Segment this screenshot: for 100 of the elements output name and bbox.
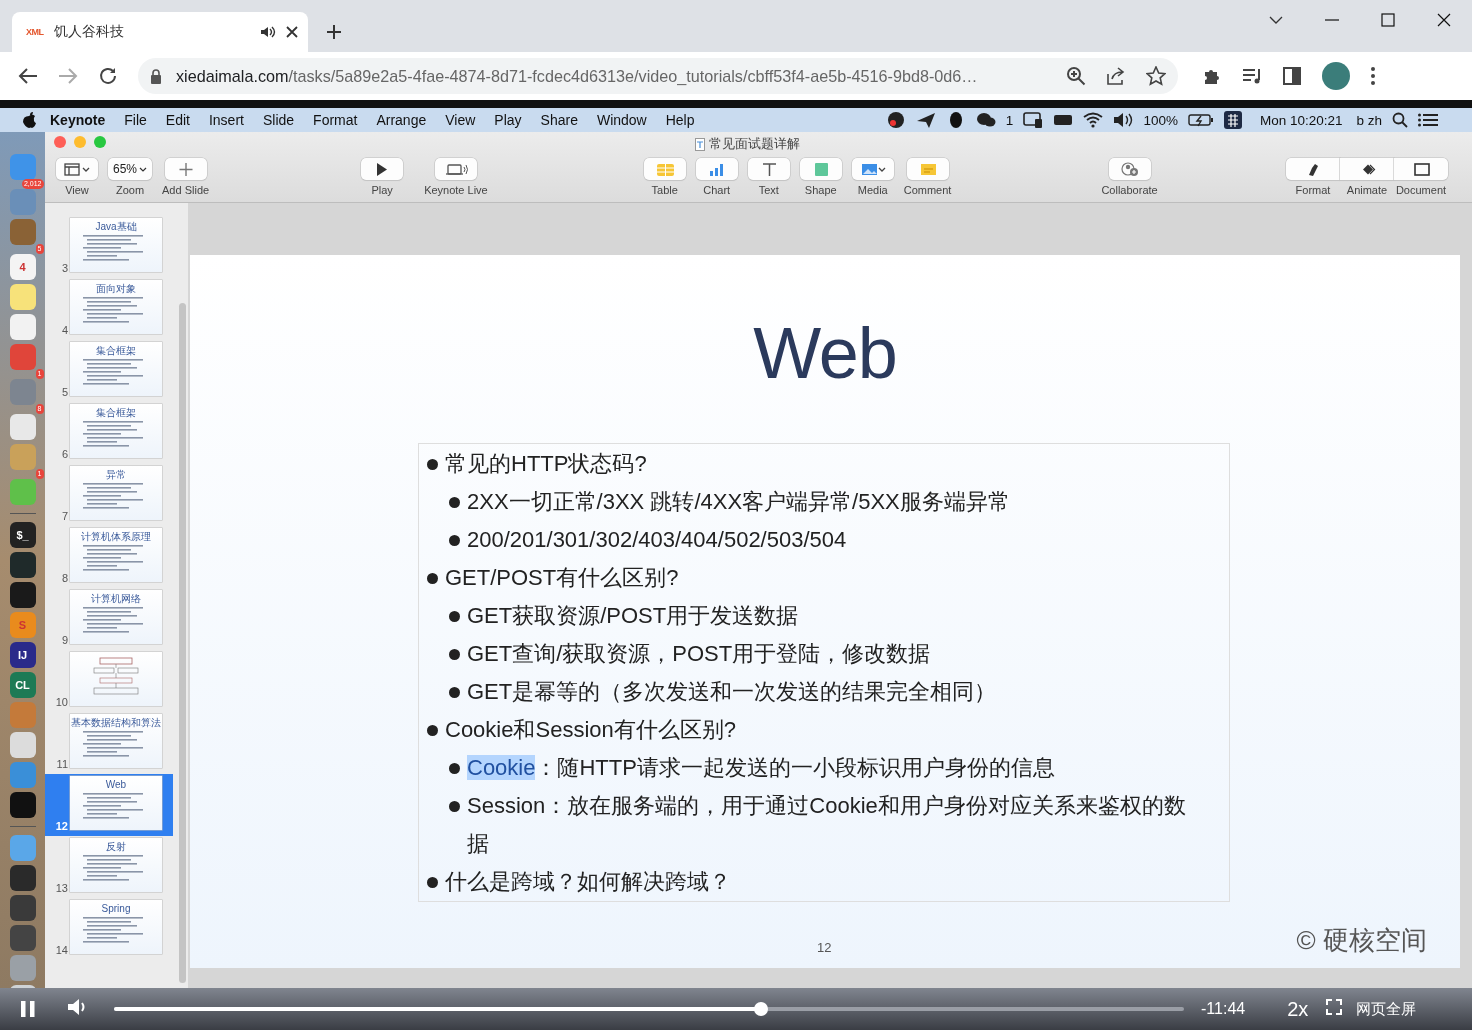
menu-item[interactable]: Arrange [376, 112, 427, 128]
caret-icon [139, 166, 148, 172]
bullet-text: GET获取资源/POST用于发送数据 [467, 602, 799, 630]
bullet-icon [449, 687, 460, 698]
document-button[interactable] [1394, 158, 1448, 180]
share-icon[interactable] [1106, 66, 1126, 86]
plus-button[interactable] [164, 158, 207, 180]
app-icon[interactable] [9, 414, 36, 440]
slide-number: 6 [60, 448, 68, 460]
collaborate-button[interactable] [1108, 158, 1151, 180]
avatar[interactable] [1322, 62, 1350, 90]
fullscreen-icon[interactable] [1326, 999, 1343, 1015]
bullet-text: 常见的HTTP状态码? [445, 450, 647, 478]
media-queue-icon[interactable] [1242, 67, 1262, 85]
chart-button[interactable] [695, 158, 738, 180]
bullet-text: GET是幂等的（多次发送和一次发送的结果完全相同） [467, 678, 997, 706]
slide-number: 12 [54, 820, 68, 832]
speaker-icon[interactable] [260, 25, 276, 39]
lock-icon [150, 68, 162, 84]
zoom-button[interactable]: 65% [108, 158, 153, 180]
reload-icon[interactable] [98, 66, 118, 86]
bullet-icon [449, 649, 460, 660]
app-icon[interactable]: IJ [9, 642, 36, 668]
side-panel-icon[interactable] [1282, 66, 1302, 86]
display-icon [1023, 111, 1044, 129]
menu-item[interactable]: Keynote [50, 112, 106, 128]
menu-icon[interactable] [1370, 66, 1376, 86]
app-icon[interactable] [9, 925, 36, 951]
app-icon[interactable] [9, 895, 36, 921]
thumbnail-title: Java基础 [95, 222, 137, 232]
url-text: xiedaimala.com/tasks/5a89e2a5-4fae-4874-8d71-fcdec4d6313e/video_tutorials/cbff53f4-ae5b-4516-9bd8-0d6… [176, 66, 979, 86]
menu-item[interactable]: Share [540, 112, 578, 128]
app-icon[interactable]: $_ [9, 522, 36, 548]
star-icon[interactable] [1146, 66, 1166, 86]
plus-icon[interactable] [326, 24, 342, 40]
menu-item[interactable]: Edit [165, 112, 190, 128]
battery-icon [1187, 113, 1214, 127]
toolbar-label: View [65, 184, 89, 196]
app-icon[interactable] [9, 732, 36, 758]
format-button[interactable] [1286, 158, 1340, 180]
app-icon[interactable] [9, 314, 36, 340]
address-bar[interactable]: xiedaimala.com/tasks/5a89e2a5-4fae-4874-8d71-fcdec4d6313e/video_tutorials/cbff53f4-ae5b-4516-9bd8-0d6… [138, 58, 1178, 94]
slider-thumb[interactable] [754, 1002, 769, 1016]
toolbar-label: Media [857, 184, 888, 196]
input-source[interactable]: b zh [1356, 112, 1382, 128]
pause-icon[interactable] [20, 1000, 36, 1018]
close-button[interactable] [54, 136, 66, 148]
speed-button[interactable]: 2x [1287, 997, 1309, 1021]
menu-item[interactable]: Help [665, 112, 695, 128]
menu-item[interactable]: Slide [262, 112, 295, 128]
bullet-icon [449, 535, 460, 546]
scrollbar[interactable] [179, 303, 186, 983]
close-icon[interactable] [1437, 13, 1451, 27]
app-icon[interactable] [9, 865, 36, 891]
toolbar-label: Keynote Live [424, 184, 488, 196]
menu-item[interactable]: Play [494, 112, 522, 128]
play-button[interactable] [361, 158, 404, 180]
bullet-icon [427, 459, 438, 470]
back-arrow-icon[interactable] [18, 67, 38, 85]
app-icon[interactable] [9, 792, 36, 818]
live-button[interactable] [434, 158, 477, 180]
thumbnail-title: Spring [101, 904, 131, 914]
menu-item[interactable]: Format [313, 112, 358, 128]
close-icon[interactable] [286, 26, 298, 38]
keynote-document-icon [695, 137, 705, 151]
slide-number: 13 [54, 882, 68, 894]
progress-track[interactable] [114, 1007, 1184, 1011]
app-icon[interactable] [9, 582, 36, 608]
search-icon[interactable] [1392, 112, 1408, 128]
media-button[interactable] [851, 158, 894, 180]
toolbar-label: Shape [804, 184, 837, 196]
menu-item[interactable]: File [124, 112, 147, 128]
thumbnail-title: 面向对象 [96, 284, 136, 294]
web-fullscreen-button[interactable]: 网页全屏 [1356, 999, 1417, 1019]
view-button[interactable] [56, 158, 98, 180]
browser-tab[interactable]: XML 饥人谷科技 [12, 12, 308, 52]
apple-icon[interactable] [22, 112, 36, 128]
credit-text: © 硬核空间 [1296, 924, 1427, 957]
bullet-icon [449, 497, 460, 508]
menu-item[interactable]: View [445, 112, 476, 128]
time-remaining: -11:44 [1201, 1000, 1246, 1018]
thumbnail-title: Web [105, 780, 127, 790]
app-icon[interactable]: CL [9, 672, 36, 698]
volume-icon [1113, 111, 1134, 129]
toolbar-label: Add Slide [162, 184, 210, 196]
input-method-icon[interactable] [1223, 111, 1242, 129]
app-icon[interactable] [9, 552, 36, 578]
thumbnail-title: 基本数据结构和算法 [71, 718, 161, 728]
bullet-icon [427, 877, 438, 888]
zoom-icon[interactable] [1066, 66, 1086, 86]
maximize-icon[interactable] [1381, 13, 1395, 27]
menu-item[interactable]: Window [596, 112, 647, 128]
menu-item[interactable]: Insert [208, 112, 244, 128]
chevron-down-icon[interactable] [1269, 16, 1283, 24]
animate-button[interactable] [1340, 158, 1394, 180]
slide-thumbnail[interactable]: 12 Web [45, 774, 173, 836]
bullet-icon [449, 763, 460, 774]
list-icon[interactable] [1418, 113, 1438, 127]
app-icon[interactable]: 4 [9, 254, 36, 280]
text-button[interactable] [747, 158, 790, 180]
